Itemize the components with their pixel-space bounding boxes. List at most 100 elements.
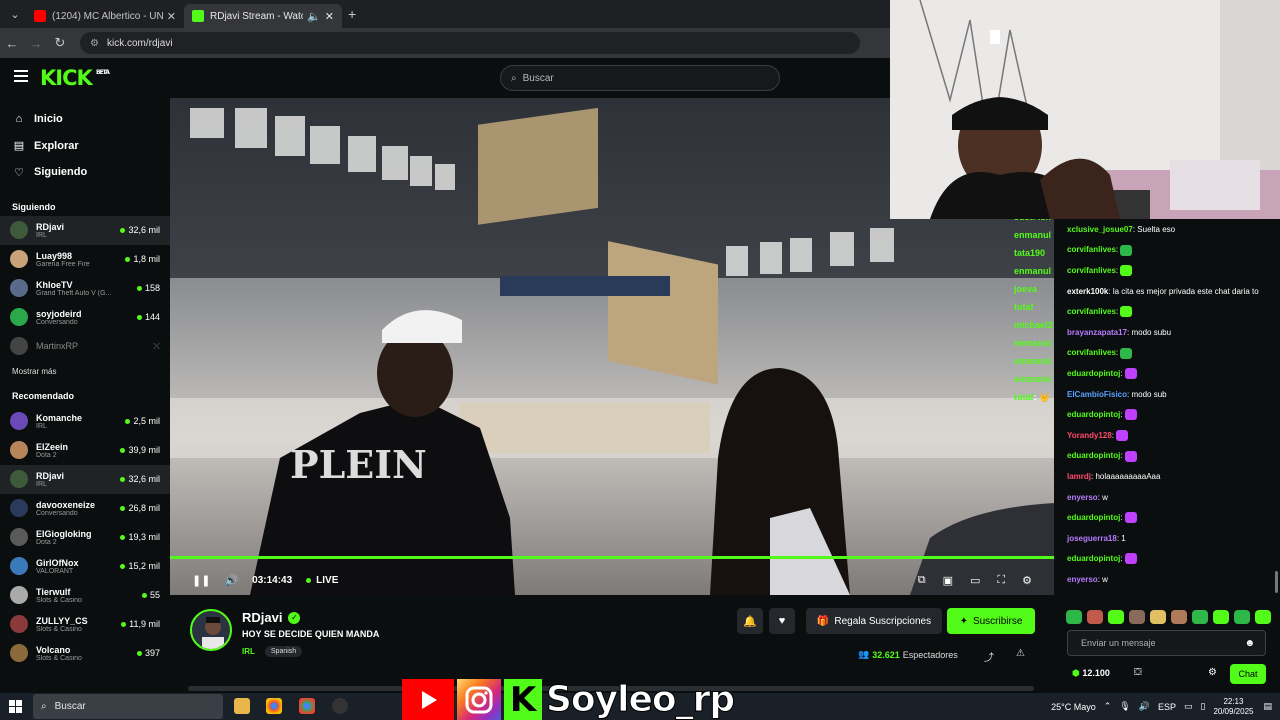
sidebar-channel[interactable]: KhloeTV Grand Theft Auto V (G... 158 xyxy=(0,274,170,303)
gift-icon[interactable]: ⛋ xyxy=(1134,667,1142,678)
back-button[interactable]: ← xyxy=(0,36,24,51)
chat-username[interactable]: eduardopintoj xyxy=(1067,451,1120,460)
emote-icon[interactable] xyxy=(1213,610,1229,624)
video-progress-bar[interactable] xyxy=(170,556,1054,559)
emote-icon[interactable] xyxy=(1129,610,1145,624)
browser-tab-kick[interactable]: RDjavi Stream - Watch Live 🔈 ✕ xyxy=(184,4,342,28)
windows-start-icon[interactable] xyxy=(9,700,22,713)
chat-username[interactable]: brayanzapata17 xyxy=(1067,328,1127,337)
emote-icon[interactable] xyxy=(1150,610,1166,624)
share-icon[interactable]: ⤴ xyxy=(984,649,994,664)
chat-username[interactable]: joseguerra18 xyxy=(1067,534,1117,543)
browser-tab-youtube[interactable]: (1204) MC Albertico - UN GANG ✕ xyxy=(26,4,184,28)
emote-icon[interactable] xyxy=(1234,610,1250,624)
chat-username[interactable]: ElCambioFisico xyxy=(1067,390,1127,399)
channel-points[interactable]: ⬢ 12.100 xyxy=(1072,668,1110,679)
emote-icon[interactable] xyxy=(1192,610,1208,624)
tab-search-icon[interactable]: ⌄ xyxy=(4,3,26,25)
emoji-icon[interactable]: ☻ xyxy=(1244,638,1255,649)
notifications-icon[interactable]: ▤ xyxy=(1263,701,1272,712)
chat-input[interactable]: Enviar un mensaje ☻ xyxy=(1067,630,1266,656)
language-indicator[interactable]: ESP xyxy=(1158,702,1176,712)
chat-settings-icon[interactable]: ⚙ xyxy=(1208,667,1217,678)
chat-username[interactable]: corvifanlives xyxy=(1067,245,1116,254)
theater-icon[interactable]: ▭ xyxy=(970,574,980,587)
sidebar-channel[interactable]: soyjodeird Conversando 144 xyxy=(0,303,170,332)
tray-chevron-icon[interactable]: ⌃ xyxy=(1104,701,1112,712)
sidebar-channel[interactable]: ElZeein Dota 2 39,9 mil xyxy=(0,436,170,465)
volume-icon[interactable]: 🔊 xyxy=(224,574,238,587)
emote-icon[interactable] xyxy=(1087,610,1103,624)
clock[interactable]: 22:13 20/09/2025 xyxy=(1213,697,1253,717)
forward-button[interactable]: → xyxy=(24,36,48,51)
sidebar-channel[interactable]: MartinxRP ⛌ xyxy=(0,332,170,361)
chat-username[interactable]: eduardopintoj xyxy=(1067,410,1120,419)
emote-icon[interactable] xyxy=(1255,610,1271,624)
nav-siguiendo[interactable]: ♡ Siguiendo xyxy=(0,159,170,186)
speaker-icon[interactable]: 🔈 xyxy=(307,10,321,23)
chat-username[interactable]: corvifanlives xyxy=(1067,307,1116,316)
site-info-icon[interactable]: ⚙ xyxy=(90,38,99,49)
file-explorer-icon[interactable] xyxy=(234,698,250,714)
obs-icon[interactable] xyxy=(332,698,348,714)
sidebar-channel[interactable]: ZULLYY_CS Slots & Casino 11,9 mil xyxy=(0,610,170,639)
sidebar-channel[interactable]: Komanche IRL 2,5 mil xyxy=(0,407,170,436)
nav-explorar[interactable]: ▤ Explorar xyxy=(0,133,170,160)
fullscreen-icon[interactable]: ⛶ xyxy=(997,574,1005,587)
network-icon[interactable]: ▭ xyxy=(1184,701,1193,712)
pause-icon[interactable]: ❚❚ xyxy=(192,574,210,587)
notification-bell-button[interactable]: 🔔 xyxy=(737,608,763,634)
report-icon[interactable]: ⚠ xyxy=(1016,648,1025,659)
nav-inicio[interactable]: ⌂ Inicio xyxy=(0,106,170,133)
close-tab-icon[interactable]: ✕ xyxy=(325,10,334,23)
chat-username[interactable]: enyerso xyxy=(1067,575,1098,584)
volume-icon[interactable]: 🔊 xyxy=(1139,701,1150,712)
chat-username[interactable]: eduardopintoj xyxy=(1067,513,1120,522)
sidebar-channel[interactable]: Luay998 Garena Free Fire 1,8 mil xyxy=(0,245,170,274)
clip-icon[interactable]: ⧉ xyxy=(918,574,926,587)
chat-username[interactable]: corvifanlives xyxy=(1067,266,1116,275)
emote-icon[interactable] xyxy=(1108,610,1124,624)
kick-logo[interactable]: KICK BETA xyxy=(40,66,110,90)
sidebar-channel[interactable]: RDjavi IRL 32,6 mil xyxy=(0,464,170,494)
mic-icon[interactable]: 🎙 xyxy=(1119,701,1130,712)
close-tab-icon[interactable]: ✕ xyxy=(167,10,176,23)
streamer-name[interactable]: RDjavi ✓ xyxy=(242,610,301,625)
weather-widget[interactable]: 25°C Mayo xyxy=(1051,702,1096,712)
taskbar-search[interactable]: ⌕ Buscar xyxy=(33,694,223,719)
stream-category[interactable]: IRL Spanish xyxy=(242,646,303,657)
sidebar-channel[interactable]: davooxeneize Conversando 26,8 mil xyxy=(0,494,170,523)
chat-username[interactable]: eduardopintoj xyxy=(1067,554,1120,563)
sidebar-channel[interactable]: ElGiogloking Dota 2 19,3 mil xyxy=(0,523,170,552)
chat-username[interactable]: corvifanlives xyxy=(1067,348,1116,357)
reload-button[interactable]: ↻ xyxy=(48,35,72,51)
chat-username[interactable]: eduardopintoj xyxy=(1067,369,1120,378)
chat-username[interactable]: enyerso xyxy=(1067,493,1098,502)
battery-icon[interactable]: ▯ xyxy=(1200,701,1205,712)
follow-heart-button[interactable]: ♥ xyxy=(769,608,795,634)
show-more-link[interactable]: Mostrar más xyxy=(0,361,170,383)
streamer-avatar[interactable] xyxy=(190,609,232,651)
chrome-icon[interactable] xyxy=(299,698,315,714)
emote-icon[interactable] xyxy=(1171,610,1187,624)
new-tab-button[interactable]: + xyxy=(348,6,356,22)
chrome-icon[interactable] xyxy=(266,698,282,714)
language-tag[interactable]: Spanish xyxy=(264,646,303,657)
chat-username[interactable]: Yorandy128 xyxy=(1067,431,1112,440)
menu-icon[interactable] xyxy=(14,70,28,82)
settings-icon[interactable]: ⚙ xyxy=(1022,574,1032,587)
live-indicator[interactable]: LIVE xyxy=(306,575,338,586)
chat-scrollbar[interactable] xyxy=(1275,571,1278,593)
send-chat-button[interactable]: Chat xyxy=(1230,664,1266,684)
sidebar-channel[interactable]: RDjavi IRL 32,6 mil xyxy=(0,215,170,245)
search-input[interactable]: ⌕ Buscar xyxy=(500,65,780,91)
chat-username[interactable]: lamrdj xyxy=(1067,472,1091,481)
subscribe-button[interactable]: ✦ Suscribirse xyxy=(947,608,1035,634)
sidebar-channel[interactable]: GirlOfNox VALORANT 15,2 mil xyxy=(0,552,170,581)
chat-username[interactable]: xclusive_josue07 xyxy=(1067,225,1133,234)
url-field[interactable]: ⚙ kick.com/rdjavi xyxy=(80,32,860,54)
sidebar-channel[interactable]: Volcano Slots & Casino 397 xyxy=(0,639,170,668)
miniplayer-icon[interactable]: ▣ xyxy=(943,574,953,587)
emote-icon[interactable] xyxy=(1066,610,1082,624)
chat-username[interactable]: exterk100k xyxy=(1067,287,1108,296)
